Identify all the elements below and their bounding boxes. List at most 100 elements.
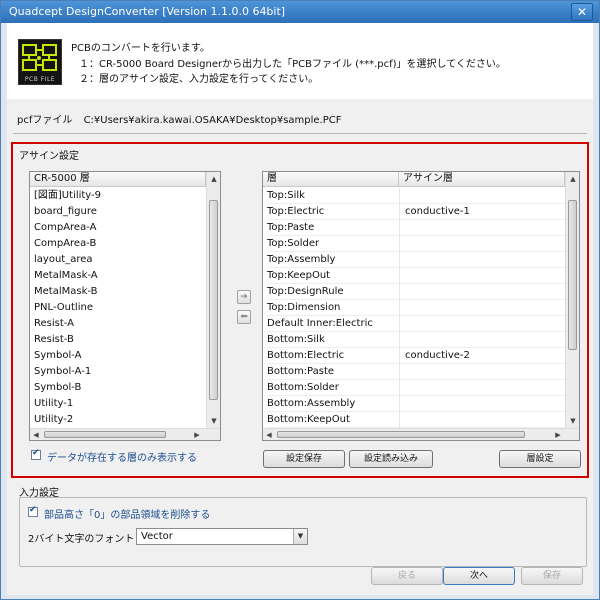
- layer-cell[interactable]: Bottom:Electric: [267, 348, 399, 364]
- assign-cell[interactable]: [399, 380, 565, 396]
- list-item[interactable]: Resist-A: [30, 316, 206, 332]
- scroll-up-icon[interactable]: ▲: [568, 174, 578, 184]
- assign-cell[interactable]: [399, 412, 565, 428]
- layer-cell[interactable]: Top:Silk: [267, 188, 399, 204]
- scroll-left-icon[interactable]: ◀: [264, 430, 274, 440]
- assign-cell[interactable]: [399, 220, 565, 236]
- layer-cell[interactable]: Bottom:Solder: [267, 380, 399, 396]
- left-list-vthumb[interactable]: [209, 200, 218, 400]
- client-area: PCB FILE PCBのコンバートを行います。 １：CR-5000 Board…: [7, 23, 593, 595]
- layer-cell[interactable]: Top:Paste: [267, 220, 399, 236]
- assign-cell[interactable]: [399, 252, 565, 268]
- right-list-vscrollbar[interactable]: ▲ ▼: [565, 172, 579, 428]
- assign-cell[interactable]: [399, 364, 565, 380]
- right-list-hthumb[interactable]: [277, 431, 525, 438]
- scroll-right-icon[interactable]: ▶: [192, 430, 202, 440]
- assign-layer-column-header[interactable]: アサイン層: [399, 172, 565, 187]
- layer-column-header[interactable]: 層: [263, 172, 399, 187]
- save-button[interactable]: 保存: [521, 567, 583, 585]
- close-icon: ✕: [576, 5, 588, 19]
- load-settings-button[interactable]: 設定読み込み: [349, 450, 433, 468]
- scroll-up-icon[interactable]: ▲: [209, 174, 219, 184]
- right-list-vthumb[interactable]: [568, 200, 577, 350]
- layer-cell[interactable]: Top:Assembly: [267, 252, 399, 268]
- arrow-left-icon: ⬅: [240, 312, 248, 322]
- logo-text: PCB FILE: [24, 76, 56, 83]
- header-line-3: ２：層のアサイン設定、入力設定を行ってください。: [79, 74, 319, 85]
- right-list-hscrollbar[interactable]: ◀ ▶: [263, 428, 579, 440]
- font-select[interactable]: Vector ▼: [136, 528, 308, 545]
- assign-cell[interactable]: [399, 268, 565, 284]
- layer-cell[interactable]: Top:KeepOut: [267, 268, 399, 284]
- cr5000-layer-header[interactable]: CR-5000 層: [30, 172, 206, 187]
- list-item[interactable]: CompArea-B: [30, 236, 206, 252]
- layer-cell[interactable]: Bottom:Assembly: [267, 396, 399, 412]
- scroll-left-icon[interactable]: ◀: [31, 430, 41, 440]
- pcb-file-logo: PCB FILE: [18, 39, 62, 85]
- scroll-right-icon[interactable]: ▶: [553, 430, 563, 440]
- list-item[interactable]: Symbol-A-1: [30, 364, 206, 380]
- header-panel: PCB FILE PCBのコンバートを行います。 １：CR-5000 Board…: [7, 23, 593, 99]
- delete-zero-height-label[interactable]: 部品高さ「0」の部品領域を削除する: [44, 506, 210, 521]
- list-item[interactable]: Utility-1: [30, 396, 206, 412]
- assign-cell[interactable]: [399, 188, 565, 204]
- list-item[interactable]: layout_area: [30, 252, 206, 268]
- save-settings-button[interactable]: 設定保存: [263, 450, 345, 468]
- next-button[interactable]: 次へ: [443, 567, 515, 585]
- layer-assign-list[interactable]: 層 アサイン層 Top:Silk Top:Electric conductive…: [262, 171, 580, 441]
- pcf-file-row: pcfファイル C:¥Users¥akira.kawai.OSAKA¥Deskt…: [17, 111, 342, 126]
- list-item[interactable]: Symbol-A: [30, 348, 206, 364]
- pcb-circuit-icon: [19, 40, 61, 78]
- font-label: 2バイト文字のフォント: [28, 534, 135, 545]
- input-settings-group: 部品高さ「0」の部品領域を削除する 2バイト文字のフォント Vector ▼: [19, 497, 587, 567]
- assign-cell[interactable]: [399, 316, 565, 332]
- show-existing-label[interactable]: データが存在する層のみ表示する: [47, 449, 197, 464]
- layer-cell[interactable]: Top:DesignRule: [267, 284, 399, 300]
- list-item[interactable]: [図面]Utility-9: [30, 188, 206, 204]
- list-item[interactable]: MetalMask-B: [30, 284, 206, 300]
- assign-cell[interactable]: [399, 284, 565, 300]
- list-item[interactable]: Resist-B: [30, 332, 206, 348]
- assign-cell[interactable]: [399, 396, 565, 412]
- list-item[interactable]: Symbol-B: [30, 380, 206, 396]
- layer-cell[interactable]: Top:Dimension: [267, 300, 399, 316]
- left-list-vscrollbar[interactable]: ▲ ▼: [206, 172, 220, 428]
- left-list-hscrollbar[interactable]: ◀ ▶: [30, 428, 220, 440]
- assign-settings-group: アサイン設定 CR-5000 層 [図面]Utility-9 board_fig…: [11, 142, 589, 478]
- separator: [13, 133, 587, 134]
- layer-cell[interactable]: Bottom:Silk: [267, 332, 399, 348]
- header-line-1: PCBのコンバートを行います。: [71, 43, 210, 54]
- list-item[interactable]: board_figure: [30, 204, 206, 220]
- assign-cell[interactable]: conductive-2: [399, 348, 565, 364]
- close-button[interactable]: ✕: [571, 3, 593, 21]
- assign-settings-title: アサイン設定: [19, 151, 79, 162]
- assign-left-button[interactable]: ⬅: [237, 310, 251, 324]
- app-window: Quadcept DesignConverter [Version 1.1.0.…: [0, 0, 600, 600]
- scroll-down-icon[interactable]: ▼: [209, 416, 219, 426]
- layer-settings-button[interactable]: 層設定: [499, 450, 581, 468]
- back-button[interactable]: 戻る: [371, 567, 443, 585]
- layer-cell[interactable]: Bottom:Paste: [267, 364, 399, 380]
- assign-right-button[interactable]: ➔: [237, 290, 251, 304]
- list-item[interactable]: Utility-2: [30, 412, 206, 428]
- layer-cell[interactable]: Bottom:KeepOut: [267, 412, 399, 428]
- assign-cell[interactable]: [399, 236, 565, 252]
- delete-zero-height-checkbox[interactable]: [28, 505, 38, 517]
- header-line-2: １：CR-5000 Board Designerから出力した「PCBファイル (…: [79, 59, 506, 70]
- left-list-hthumb[interactable]: [44, 431, 166, 438]
- chevron-down-icon[interactable]: ▼: [293, 529, 307, 544]
- list-item[interactable]: PNL-Outline: [30, 300, 206, 316]
- list-item[interactable]: MetalMask-A: [30, 268, 206, 284]
- show-existing-checkbox[interactable]: [31, 448, 41, 460]
- pcf-file-label: pcfファイル: [17, 115, 73, 126]
- assign-cell[interactable]: conductive-1: [399, 204, 565, 220]
- layer-cell[interactable]: Top:Electric: [267, 204, 399, 220]
- assign-cell[interactable]: [399, 300, 565, 316]
- list-item[interactable]: CompArea-A: [30, 220, 206, 236]
- layer-cell[interactable]: Default Inner:Electric: [267, 316, 399, 332]
- assign-cell[interactable]: [399, 332, 565, 348]
- cr5000-layer-list[interactable]: CR-5000 層 [図面]Utility-9 board_figure Com…: [29, 171, 221, 441]
- title-bar[interactable]: Quadcept DesignConverter [Version 1.1.0.…: [1, 1, 599, 23]
- scroll-down-icon[interactable]: ▼: [568, 416, 578, 426]
- layer-cell[interactable]: Top:Solder: [267, 236, 399, 252]
